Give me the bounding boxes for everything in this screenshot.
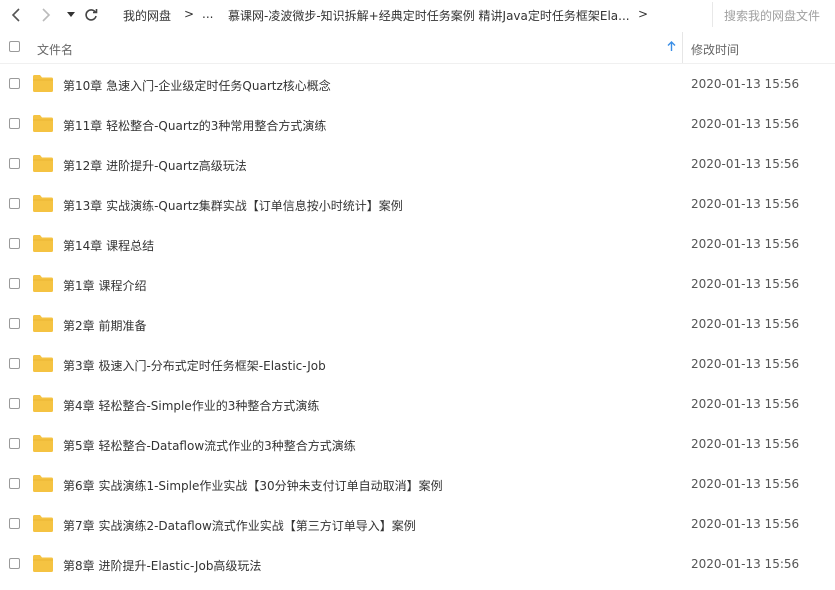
folder-icon (33, 435, 53, 452)
chevron-right-icon (42, 8, 51, 22)
file-name[interactable]: 第7章 实战演练2-Dataflow流式作业实战【第三方订单导入】案例 (63, 517, 416, 534)
file-name[interactable]: 第3章 极速入门-分布式定时任务框架-Elastic-Job (63, 357, 326, 374)
sort-button[interactable] (667, 41, 676, 55)
file-row[interactable]: 第1章 课程介绍 2020-01-13 15:56 (0, 264, 835, 304)
date-column-header[interactable]: 修改时间 (691, 41, 739, 58)
row-checkbox[interactable] (9, 318, 20, 329)
file-modified-time: 2020-01-13 15:56 (691, 277, 800, 291)
file-name[interactable]: 第11章 轻松整合-Quartz的3种常用整合方式演练 (63, 117, 326, 134)
file-row[interactable]: 第13章 实战演练-Quartz集群实战【订单信息按小时统计】案例 2020-01… (0, 184, 835, 224)
file-name[interactable]: 第2章 前期准备 (63, 317, 146, 334)
breadcrumb-root[interactable]: 我的网盘 (123, 7, 171, 24)
search-input[interactable]: 搜索我的网盘文件 (724, 7, 820, 24)
file-name[interactable]: 第12章 进阶提升-Quartz高级玩法 (63, 157, 247, 174)
folder-icon (33, 235, 53, 252)
file-row[interactable]: 第14章 课程总结 2020-01-13 15:56 (0, 224, 835, 264)
row-checkbox[interactable] (9, 558, 20, 569)
history-dropdown-button[interactable] (61, 5, 81, 25)
file-name[interactable]: 第10章 急速入门-企业级定时任务Quartz核心概念 (63, 77, 331, 94)
row-checkbox[interactable] (9, 238, 20, 249)
back-button[interactable] (6, 5, 26, 25)
file-modified-time: 2020-01-13 15:56 (691, 197, 800, 211)
folder-icon (33, 515, 53, 532)
file-name[interactable]: 第4章 轻松整合-Simple作业的3种整合方式演练 (63, 397, 319, 414)
row-checkbox[interactable] (9, 438, 20, 449)
folder-icon (33, 395, 53, 412)
folder-icon (33, 315, 53, 332)
row-checkbox[interactable] (9, 198, 20, 209)
file-row[interactable]: 第11章 轻松整合-Quartz的3种常用整合方式演练 2020-01-13 15… (0, 104, 835, 144)
folder-icon (33, 555, 53, 572)
refresh-icon (85, 9, 98, 21)
breadcrumb-separator: > (184, 7, 195, 21)
breadcrumb-current[interactable]: 慕课网-凌波微步-知识拆解+经典定时任务案例 精讲Java定时任务框架Ela..… (228, 7, 630, 24)
file-name[interactable]: 第14章 课程总结 (63, 237, 154, 254)
caret-down-icon (67, 12, 75, 17)
file-row[interactable]: 第4章 轻松整合-Simple作业的3种整合方式演练 2020-01-13 15:… (0, 384, 835, 424)
forward-button[interactable] (36, 5, 56, 25)
refresh-button[interactable] (81, 5, 101, 25)
folder-icon (33, 75, 53, 92)
row-checkbox[interactable] (9, 278, 20, 289)
chevron-left-icon (11, 8, 20, 22)
row-checkbox[interactable] (9, 78, 20, 89)
row-checkbox[interactable] (9, 518, 20, 529)
file-modified-time: 2020-01-13 15:56 (691, 437, 800, 451)
row-checkbox[interactable] (9, 158, 20, 169)
row-checkbox[interactable] (9, 118, 20, 129)
breadcrumb-separator: > (638, 7, 649, 21)
file-row[interactable]: 第7章 实战演练2-Dataflow流式作业实战【第三方订单导入】案例 2020-… (0, 504, 835, 544)
file-modified-time: 2020-01-13 15:56 (691, 517, 800, 531)
file-modified-time: 2020-01-13 15:56 (691, 477, 800, 491)
file-row[interactable]: 第8章 进阶提升-Elastic-Job高级玩法 2020-01-13 15:56 (0, 544, 835, 584)
file-row[interactable]: 第6章 实战演练1-Simple作业实战【30分钟未支付订单自动取消】案例 202… (0, 464, 835, 504)
toolbar: 我的网盘 > ... 慕课网-凌波微步-知识拆解+经典定时任务案例 精讲Java… (0, 0, 835, 30)
file-row[interactable]: 第3章 极速入门-分布式定时任务框架-Elastic-Job 2020-01-13… (0, 344, 835, 384)
file-modified-time: 2020-01-13 15:56 (691, 117, 800, 131)
file-modified-time: 2020-01-13 15:56 (691, 317, 800, 331)
name-column-header[interactable]: 文件名 (37, 41, 73, 58)
file-modified-time: 2020-01-13 15:56 (691, 557, 800, 571)
file-row[interactable]: 第12章 进阶提升-Quartz高级玩法 2020-01-13 15:56 (0, 144, 835, 184)
breadcrumb-ellipsis[interactable]: ... (202, 7, 213, 21)
folder-icon (33, 155, 53, 172)
select-all-checkbox[interactable] (9, 41, 20, 52)
file-modified-time: 2020-01-13 15:56 (691, 237, 800, 251)
file-row[interactable]: 第5章 轻松整合-Dataflow流式作业的3种整合方式演练 2020-01-13… (0, 424, 835, 464)
file-name[interactable]: 第8章 进阶提升-Elastic-Job高级玩法 (63, 557, 261, 574)
file-name[interactable]: 第1章 课程介绍 (63, 277, 146, 294)
column-header: 文件名 修改时间 (0, 32, 835, 64)
file-row[interactable]: 第10章 急速入门-企业级定时任务Quartz核心概念 2020-01-13 15… (0, 64, 835, 104)
row-checkbox[interactable] (9, 478, 20, 489)
file-modified-time: 2020-01-13 15:56 (691, 357, 800, 371)
file-modified-time: 2020-01-13 15:56 (691, 77, 800, 91)
folder-icon (33, 115, 53, 132)
row-checkbox[interactable] (9, 358, 20, 369)
folder-icon (33, 355, 53, 372)
file-modified-time: 2020-01-13 15:56 (691, 397, 800, 411)
file-row[interactable]: 第2章 前期准备 2020-01-13 15:56 (0, 304, 835, 344)
file-name[interactable]: 第13章 实战演练-Quartz集群实战【订单信息按小时统计】案例 (63, 197, 403, 214)
row-checkbox[interactable] (9, 398, 20, 409)
column-divider[interactable] (682, 32, 683, 63)
file-name[interactable]: 第5章 轻松整合-Dataflow流式作业的3种整合方式演练 (63, 437, 356, 454)
folder-icon (33, 475, 53, 492)
folder-icon (33, 195, 53, 212)
arrow-up-icon (667, 41, 676, 51)
folder-icon (33, 275, 53, 292)
file-modified-time: 2020-01-13 15:56 (691, 157, 800, 171)
file-name[interactable]: 第6章 实战演练1-Simple作业实战【30分钟未支付订单自动取消】案例 (63, 477, 443, 494)
